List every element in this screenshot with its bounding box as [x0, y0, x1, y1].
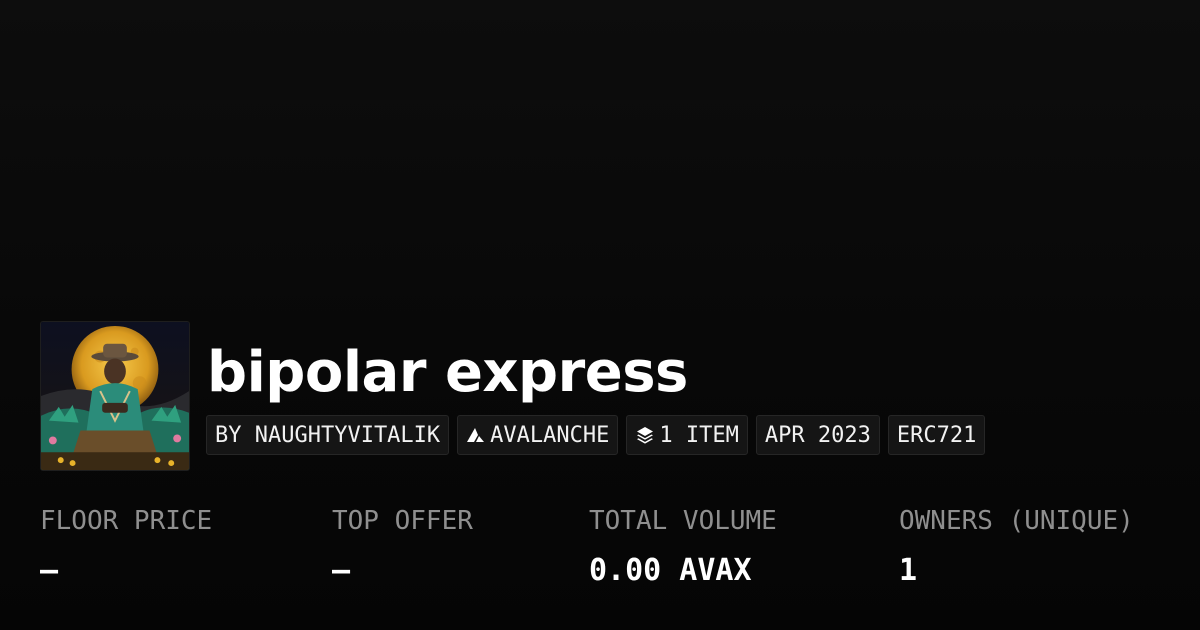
stat-label: TOP OFFER	[332, 506, 473, 536]
standard-tag: ERC721	[887, 415, 986, 455]
stat-value: —	[40, 553, 59, 588]
collection-title: bipolar express	[207, 340, 688, 405]
items-tag[interactable]: 1 ITEM	[626, 415, 748, 455]
collection-artwork-image	[41, 322, 189, 470]
stat-value: —	[332, 553, 351, 588]
creator-tag[interactable]: BY NAUGHTYVITALIK	[206, 415, 450, 455]
chain-tag-label: AVALANCHE	[490, 422, 610, 448]
stat-total-volume: TOTAL VOLUME 0.00 AVAX	[589, 503, 777, 589]
collection-thumbnail[interactable]	[40, 321, 190, 471]
stat-value: 0.00 AVAX	[589, 553, 752, 588]
stat-label: OWNERS (UNIQUE)	[899, 506, 1134, 536]
stat-value: 1	[899, 553, 918, 588]
chain-tag[interactable]: AVALANCHE	[457, 415, 619, 455]
items-tag-label: 1 ITEM	[659, 422, 739, 448]
avalanche-logo-icon	[466, 425, 486, 445]
standard-tag-label: ERC721	[896, 422, 977, 448]
date-tag-label: APR 2023	[764, 422, 871, 448]
creator-tag-label: BY NAUGHTYVITALIK	[215, 422, 441, 448]
date-tag: APR 2023	[755, 415, 880, 455]
layers-icon	[635, 425, 655, 445]
stat-label: FLOOR PRICE	[40, 506, 213, 536]
stat-floor-price: FLOOR PRICE —	[40, 503, 212, 589]
stat-owners: OWNERS (UNIQUE) 1	[899, 503, 1134, 589]
collection-tags: BY NAUGHTYVITALIK AVALANCHE 1 ITEM APR 2…	[206, 415, 986, 455]
collection-card: bipolar express BY NAUGHTYVITALIK AVALAN…	[0, 0, 1200, 630]
stat-top-offer: TOP OFFER —	[332, 503, 473, 589]
stat-label: TOTAL VOLUME	[589, 506, 777, 536]
